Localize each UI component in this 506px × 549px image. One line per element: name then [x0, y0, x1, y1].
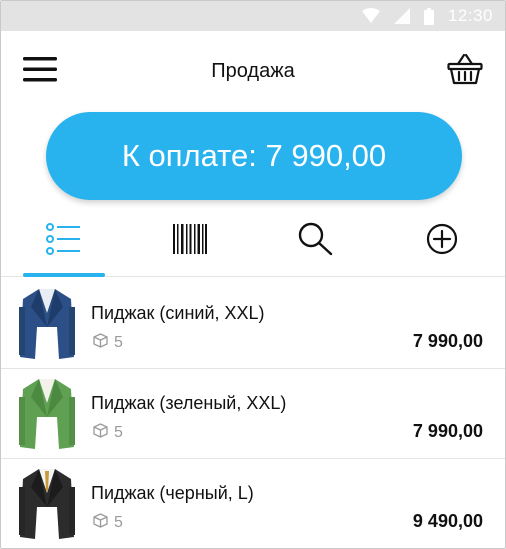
box-icon — [93, 333, 108, 353]
page-title: Продажа — [211, 59, 295, 82]
product-row[interactable]: Пиджак (зеленый, XXL) 5 7 990,00 — [1, 369, 505, 459]
product-price: 7 990,00 — [412, 421, 483, 441]
stock-count: 5 — [114, 424, 123, 441]
status-time: 12:30 — [447, 6, 493, 25]
product-row[interactable]: Пиджак (синий, XXL) 5 7 990,00 — [1, 279, 505, 369]
product-name: Пиджак (черный, L) — [91, 483, 254, 503]
search-icon — [298, 222, 334, 261]
tab-search[interactable] — [253, 207, 379, 276]
box-icon — [93, 513, 108, 533]
tab-barcode[interactable] — [127, 207, 253, 276]
hamburger-menu-icon — [23, 56, 57, 87]
jacket-image — [19, 467, 75, 541]
battery-icon — [423, 7, 434, 25]
tab-list[interactable] — [1, 207, 127, 277]
stock-count: 5 — [114, 334, 123, 351]
product-stock: 5 — [93, 333, 123, 353]
basket-icon — [447, 53, 483, 90]
product-row[interactable]: Пиджак (черный, L) 5 9 490,00 — [1, 459, 505, 548]
menu-button[interactable] — [23, 56, 57, 87]
product-stock: 5 — [93, 423, 123, 443]
list-icon — [46, 223, 82, 260]
status-bar: 12:30 — [1, 1, 505, 31]
stock-count: 5 — [114, 514, 123, 531]
jacket-image — [19, 287, 75, 361]
cart-button[interactable] — [447, 53, 483, 90]
product-name: Пиджак (синий, XXL) — [91, 303, 265, 323]
box-icon — [93, 423, 108, 443]
product-stock: 5 — [93, 513, 123, 533]
tab-add[interactable] — [379, 207, 505, 276]
signal-icon — [393, 8, 410, 24]
tab-bar — [1, 207, 505, 277]
app-frame: 12:30 Продажа К оплате: 7 990,00 Пиджак … — [0, 0, 506, 549]
add-circle-icon — [426, 223, 458, 260]
product-name: Пиджак (зеленый, XXL) — [91, 393, 287, 413]
product-price: 7 990,00 — [412, 331, 483, 351]
pay-button[interactable]: К оплате: 7 990,00 — [46, 112, 462, 200]
barcode-icon — [173, 224, 207, 259]
jacket-image — [19, 377, 75, 451]
wifi-icon — [361, 8, 380, 24]
product-price: 9 490,00 — [412, 511, 483, 531]
app-bar: Продажа — [1, 31, 505, 111]
product-list: Пиджак (синий, XXL) 5 7 990,00 Пиджак (з… — [1, 279, 505, 548]
